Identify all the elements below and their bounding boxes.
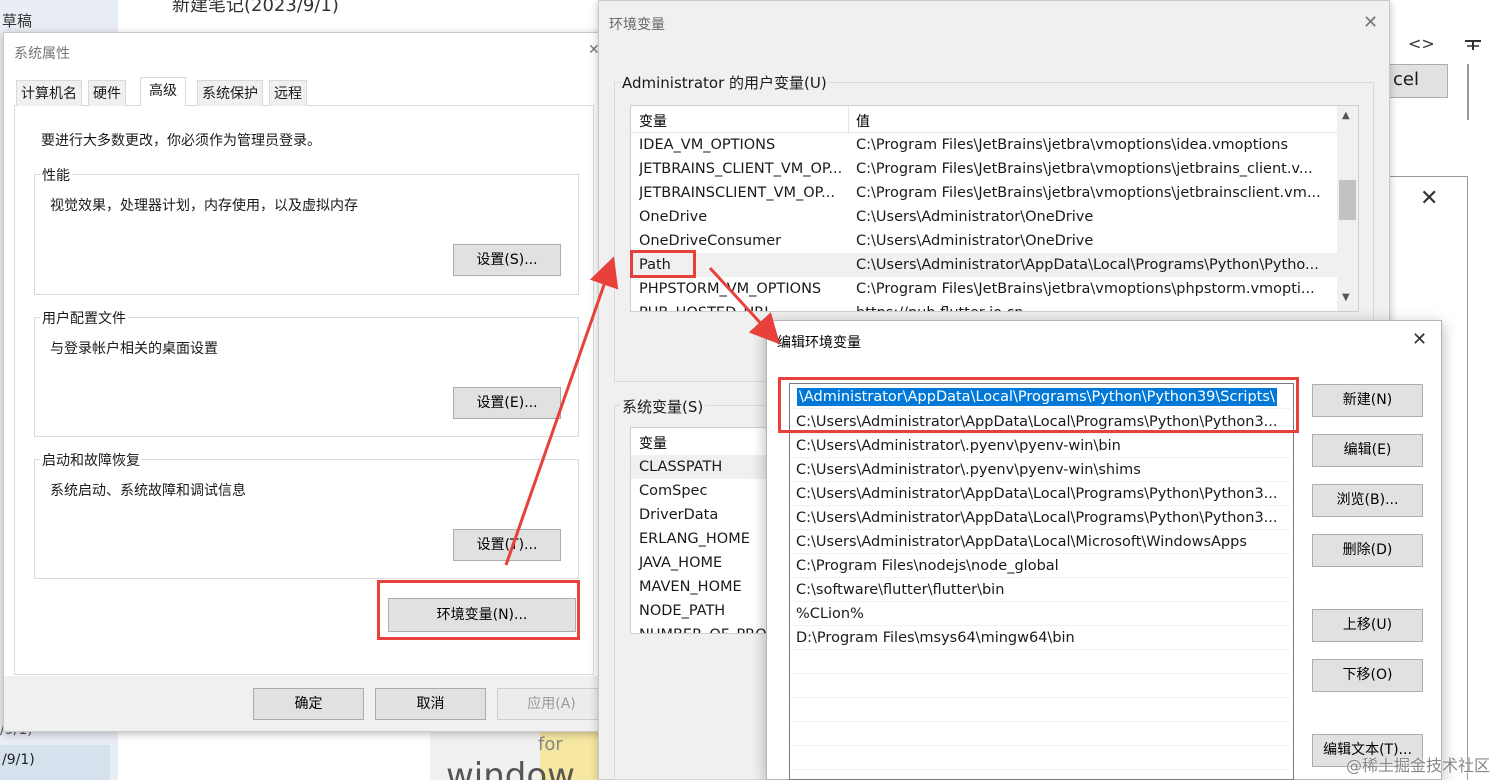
annotation-arrows <box>504 256 781 566</box>
arrow-env-to-path <box>504 256 619 566</box>
arrow-path-to-edit <box>708 266 781 345</box>
